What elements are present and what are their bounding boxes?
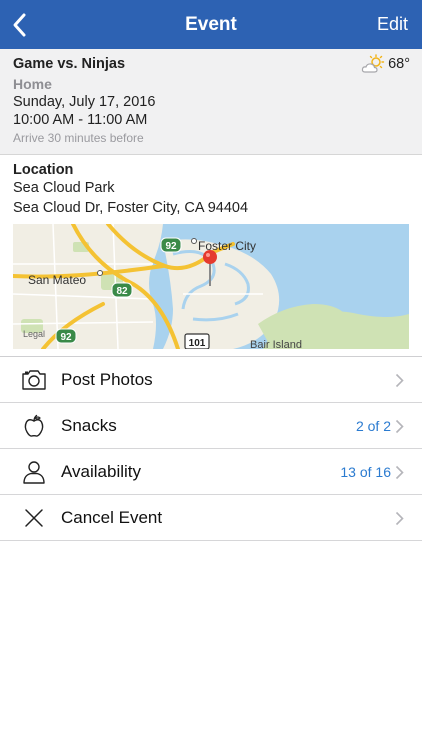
apple-icon [24, 414, 44, 437]
chevron-right-icon [395, 419, 404, 434]
map-label-bair-island: Bair Island [250, 339, 302, 349]
event-date: Sunday, July 17, 2016 [13, 94, 156, 110]
event-name: Game vs. Ninjas [13, 56, 126, 72]
chevron-right-icon [395, 511, 404, 526]
cancel-event-row[interactable]: Cancel Event [0, 495, 422, 541]
page-title: Event [185, 14, 237, 35]
snacks-row[interactable]: Snacks 2 of 2 [0, 403, 422, 449]
map-label-san-mateo: San Mateo [28, 273, 86, 287]
partly-cloudy-icon [361, 54, 385, 73]
location-address: Sea Cloud Dr, Foster City, CA 94404 [13, 200, 249, 216]
menu-item-label: Snacks [61, 416, 117, 435]
menu-item-label: Cancel Event [61, 508, 163, 527]
hwy-92-shield-2: 92 [55, 328, 77, 344]
event-time: 10:00 AM - 11:00 AM [13, 112, 148, 128]
location-heading: Location [13, 162, 74, 178]
menu-item-label: Post Photos [61, 370, 153, 389]
us-101-label: 101 [189, 338, 206, 349]
location-name: Sea Cloud Park [13, 180, 115, 196]
arrive-note: Arrive 30 minutes before [13, 131, 144, 145]
event-details: Game vs. Ninjas Home Sunday, July 17, 20… [0, 49, 422, 155]
hwy-82-label: 82 [116, 286, 128, 297]
menu-item-count: 2 of 2 [355, 418, 391, 434]
temperature: 68° [388, 56, 410, 72]
map-legal-link[interactable]: Legal [23, 329, 45, 339]
location-map[interactable]: 92 82 92 101 Foster City San Mateo Bair … [13, 224, 409, 349]
navigation-bar: Event Edit [0, 0, 422, 49]
weather: 68° [361, 54, 410, 74]
menu-item-count: 13 of 16 [340, 464, 391, 480]
chevron-right-icon [395, 465, 404, 480]
home-away-label: Home [13, 76, 52, 92]
event-actions-menu: Post Photos Snacks 2 of 2 Availability 1… [0, 356, 422, 541]
hwy-92-label: 92 [60, 332, 72, 343]
location-section: Location Sea Cloud Park Sea Cloud Dr, Fo… [0, 155, 422, 356]
chevron-right-icon [395, 373, 404, 388]
post-photos-row[interactable]: Post Photos [0, 357, 422, 403]
camera-icon [22, 370, 46, 390]
hwy-92-shield-1: 92 [160, 237, 182, 253]
availability-row[interactable]: Availability 13 of 16 [0, 449, 422, 495]
us-101-shield: 101 [184, 333, 210, 349]
close-icon [25, 509, 43, 527]
person-icon [23, 461, 45, 484]
menu-item-label: Availability [61, 462, 142, 481]
hwy-92-label: 92 [165, 241, 177, 252]
hwy-82-shield: 82 [111, 282, 133, 298]
edit-button[interactable]: Edit [377, 14, 408, 35]
